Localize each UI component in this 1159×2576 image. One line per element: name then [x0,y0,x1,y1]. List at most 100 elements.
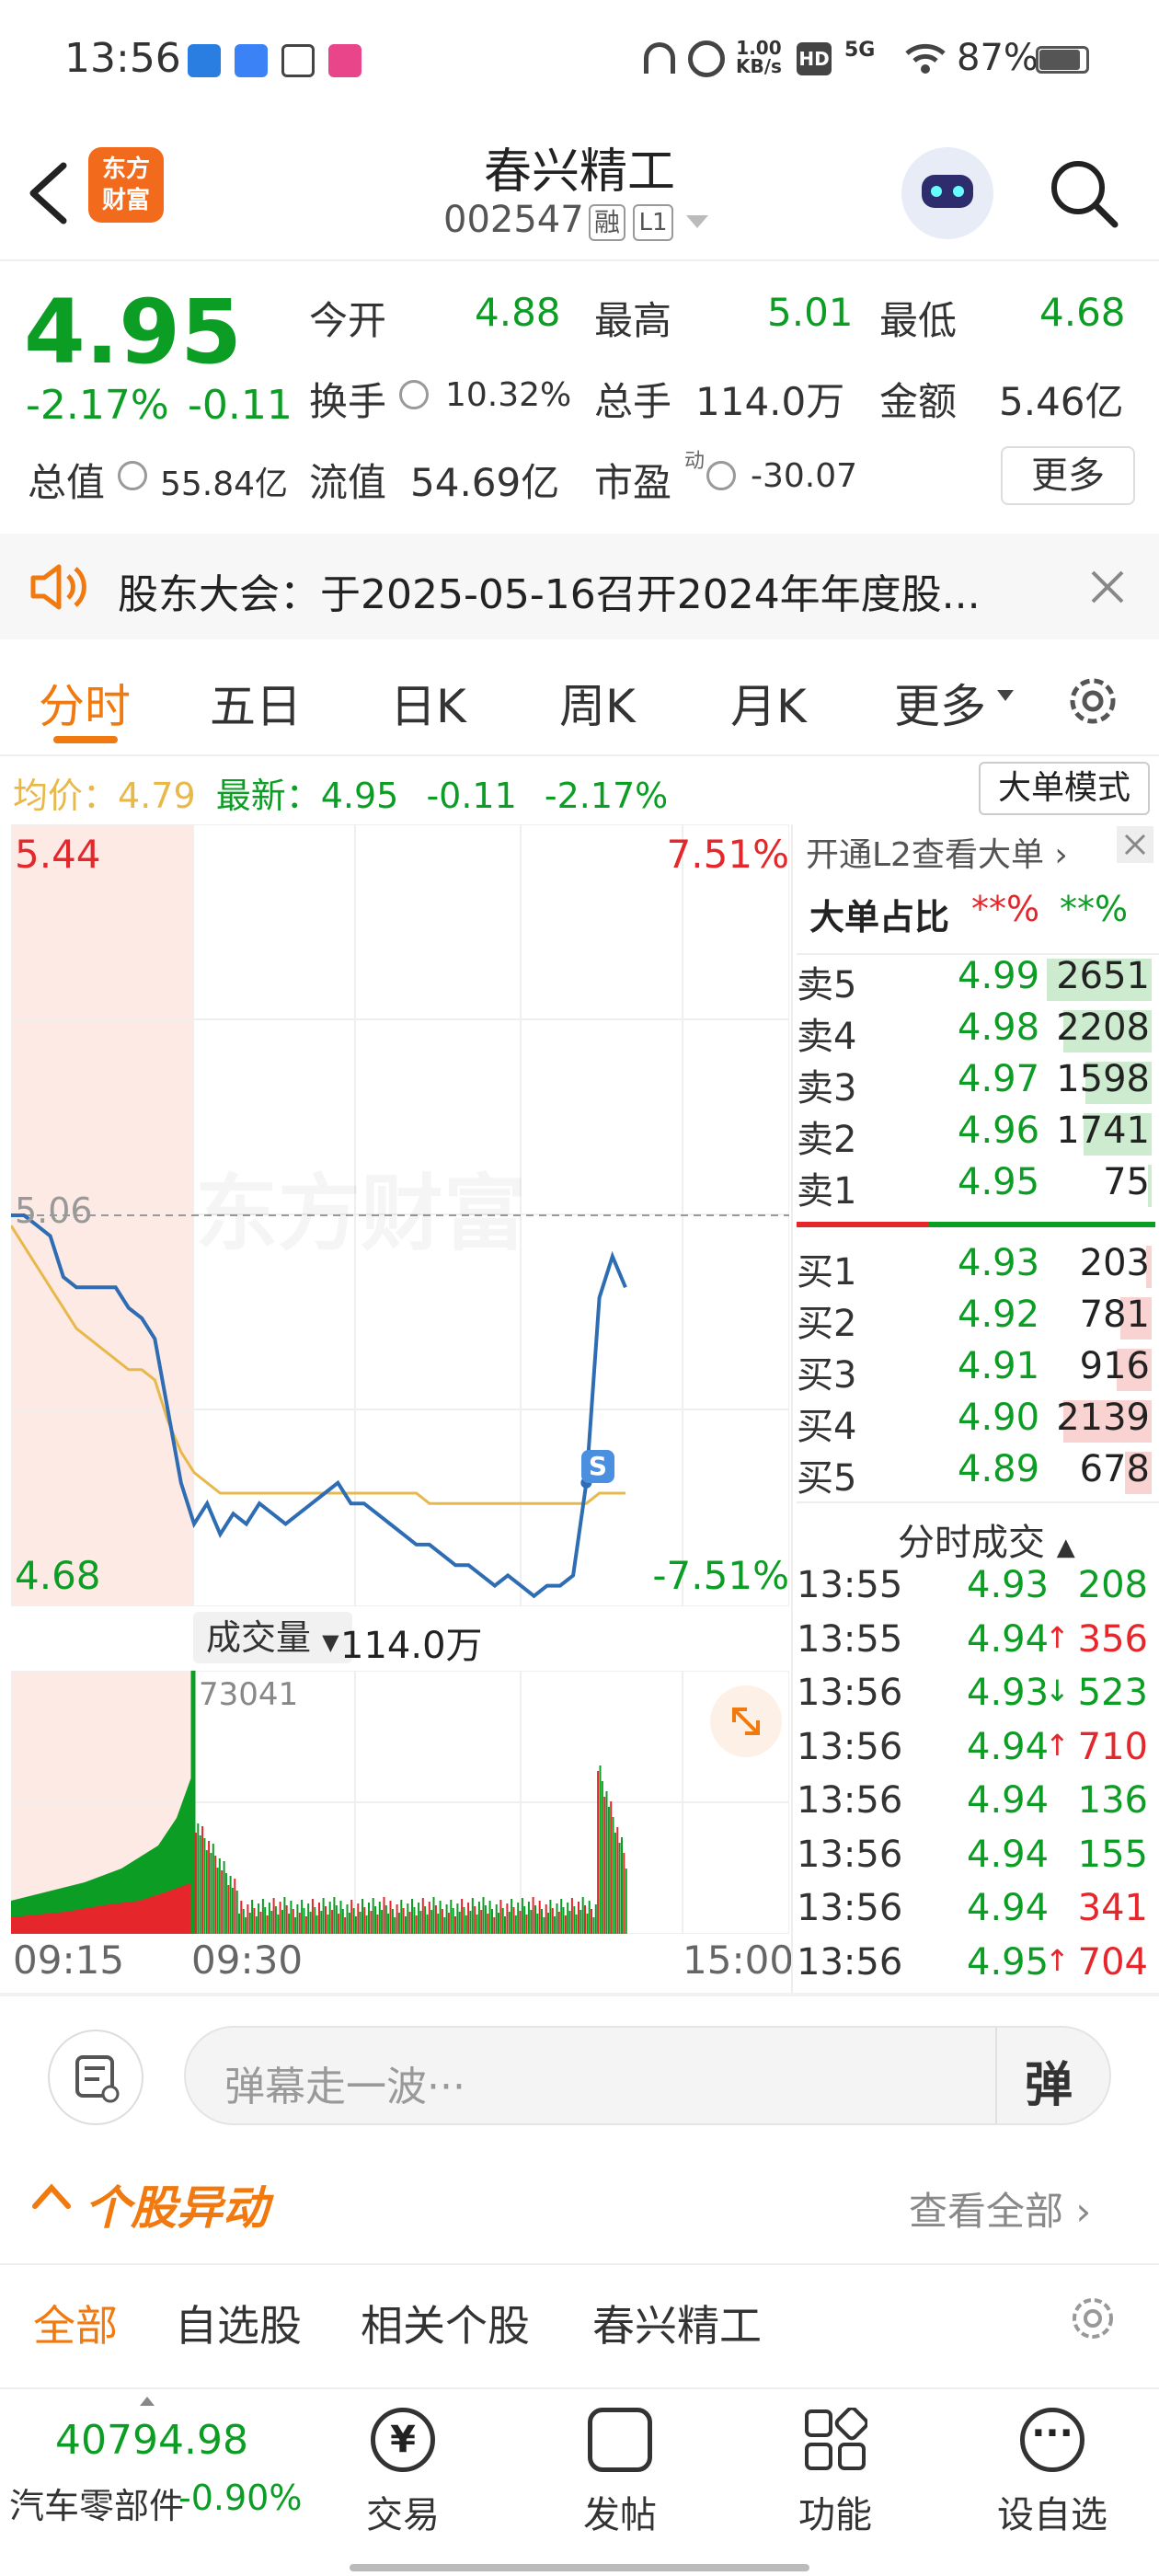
caret-up-icon [140,2397,155,2406]
big-order-mode-button[interactable]: 大单模式 [979,762,1150,815]
app-notification-icon [188,44,221,77]
tab-daily-k[interactable]: 日K [390,670,466,736]
bid-level-row[interactable]: 买2 4.92 781 [797,1294,1155,1345]
trade-volume: 710 [1077,1725,1148,1768]
volume-chart-svg [10,1670,790,1935]
danmu-input[interactable]: 弹幕走一波··· 弹 [184,2026,1111,2125]
trades-title[interactable]: 分时成交 ▲ [898,1512,1075,1566]
danmu-placeholder: 弹幕走一波··· [224,2064,465,2110]
nav-post-label: 发帖 [583,2494,657,2536]
volume-bar [344,1917,347,1934]
filter-all[interactable]: 全部 [33,2293,118,2353]
trade-time: 13:56 [797,1779,903,1822]
info-icon[interactable] [118,461,147,490]
expand-icon[interactable] [710,1685,782,1757]
bid-level-row[interactable]: 买3 4.91 916 [797,1345,1155,1397]
trade-marker-icon[interactable]: S [581,1450,614,1483]
volume-bar [508,1912,511,1934]
close-icon[interactable] [1089,569,1126,605]
volume-bar [359,1912,361,1934]
volume-bar [493,1917,496,1934]
chevron-up-icon[interactable] [29,2177,74,2214]
l2-link[interactable]: 开通L2查看大单 › [806,828,1068,876]
volume-bar [418,1903,420,1934]
tab-intraday[interactable]: 分时 [39,670,131,736]
volume-bar [212,1844,214,1934]
app-notification-icon [281,44,316,77]
volume-bar [261,1899,264,1934]
trade-time: 13:56 [797,1725,903,1768]
comment-settings-button[interactable] [48,2030,143,2125]
chevron-down-icon[interactable] [686,215,708,228]
volume-bar [441,1909,443,1934]
volume-bar [581,1897,584,1934]
big-order-ratio-label: 大单占比 [809,897,950,937]
volume-bar [480,1910,483,1934]
chevron-down-icon[interactable] [997,690,1014,701]
ask-level-row[interactable]: 卖5 4.99 2651 [797,955,1155,1006]
ask-level-row[interactable]: 卖1 4.95 75 [797,1161,1155,1213]
amount-label: 金额 [879,379,958,424]
nav-post[interactable]: 发帖 [546,2408,694,2538]
volume-bar [268,1903,270,1934]
notice-bar[interactable]: 股东大会：于2025-05-16召开2024年年度股... [0,534,1159,639]
info-icon[interactable] [706,461,736,490]
divider [797,1501,1159,1503]
intraday-chart[interactable]: 5.44 7.51% 5.06 4.68 -7.51% 东方财富 S [9,823,790,1607]
ask-level-row[interactable]: 卖3 4.97 1598 [797,1058,1155,1110]
info-icon[interactable] [399,380,429,409]
ask-volume: 75 [1103,1161,1150,1203]
volume-bar [430,1910,433,1934]
index-value[interactable]: 40794.98 [55,2417,248,2464]
volume-bar [439,1901,442,1934]
tab-five-day[interactable]: 五日 [210,670,302,736]
trade-price: 4.93 [967,1564,1050,1606]
view-all-link[interactable]: 查看全部 › [909,2180,1091,2237]
danmu-toggle-icon[interactable]: 弹 [1025,2046,1073,2115]
tab-monthly-k[interactable]: 月K [730,670,807,736]
nav-trade[interactable]: ¥ 交易 [329,2408,476,2538]
tab-weekly-k[interactable]: 周K [559,670,636,736]
gear-icon[interactable] [1067,2293,1119,2344]
volume-bar [588,1901,591,1934]
filter-related[interactable]: 相关个股 [361,2293,530,2353]
volume-bar [543,1917,545,1934]
volume-peak-label: 73041 [199,1676,299,1713]
gear-icon[interactable] [1063,672,1122,730]
ask-level-row[interactable]: 卖4 4.98 2208 [797,1006,1155,1058]
robot-assistant-icon[interactable] [901,147,993,239]
volume-bar [248,1913,251,1934]
trade-direction-icon: ↑ [1045,1942,1070,1978]
index-name[interactable]: 汽车零部件 [9,2478,184,2528]
volume-bar [501,1908,504,1934]
level-badge[interactable]: L1 [633,204,673,241]
bid-level-row[interactable]: 买4 4.90 2139 [797,1397,1155,1448]
bid-level-row[interactable]: 买5 4.89 678 [797,1448,1155,1500]
ask-level-name: 卖1 [797,1170,857,1213]
volume-bar [452,1908,454,1934]
ask-level-row[interactable]: 卖2 4.96 1741 [797,1110,1155,1161]
volume-bar [296,1904,299,1934]
tab-more[interactable]: 更多 [894,670,986,736]
search-icon[interactable] [1047,156,1120,230]
bid-volume: 2139 [1056,1397,1150,1439]
more-button[interactable]: 更多 [1001,446,1135,505]
bid-level-row[interactable]: 买1 4.93 203 [797,1242,1155,1294]
trade-price: 4.94 [967,1779,1050,1822]
volume-bar [223,1861,225,1934]
filter-this-stock[interactable]: 春兴精工 [592,2293,762,2353]
volume-bar [285,1905,288,1934]
volume-bar [387,1914,390,1934]
volume-selector[interactable]: 成交量 ▼ [193,1612,352,1663]
nav-functions[interactable]: 功能 [762,2406,909,2538]
volume-bar [421,1898,424,1934]
x-tick-start: 09:15 [13,1938,125,1983]
close-icon[interactable] [1117,826,1153,863]
volume-bar [381,1910,384,1934]
volume-bar [456,1903,459,1934]
volume-bar [499,1900,502,1934]
trade-price: 4.95 [967,1940,1050,1984]
status-bar: 13:56 1.00 KB/s HD 5G 87% [0,0,1159,120]
nav-add-watchlist[interactable]: ··· 设自选 [979,2408,1126,2538]
filter-watchlist[interactable]: 自选股 [175,2293,302,2353]
